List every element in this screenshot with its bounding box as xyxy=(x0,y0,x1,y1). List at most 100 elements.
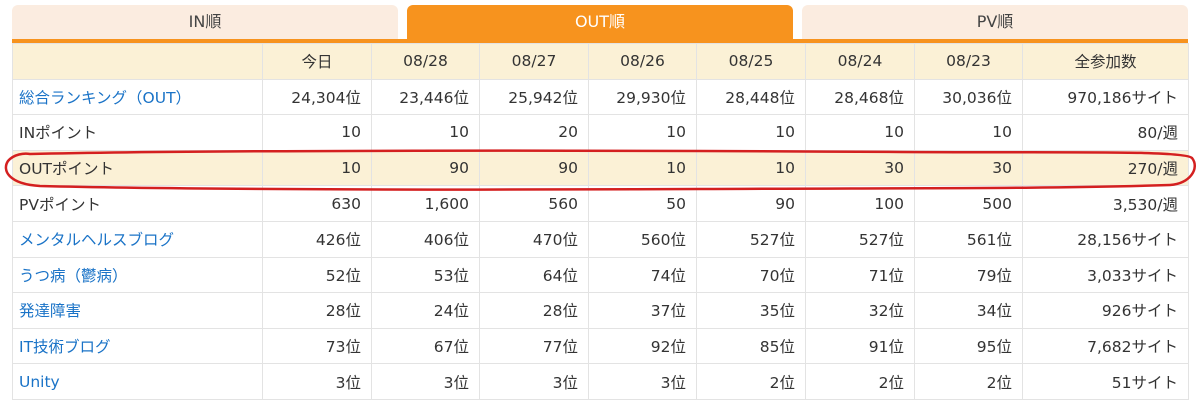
tab-in-order[interactable]: IN順 xyxy=(12,5,398,39)
table-cell: 29,930位 xyxy=(588,78,697,116)
column-header: 今日 xyxy=(262,43,372,80)
table-cell: 3,530/週 xyxy=(1022,185,1189,222)
row-label: PVポイント xyxy=(19,195,101,214)
tab-pv-order[interactable]: PV順 xyxy=(802,5,1188,39)
table-cell: 527位 xyxy=(696,220,806,258)
category-link[interactable]: うつ病（鬱病） xyxy=(19,267,128,285)
table-cell: 25,942位 xyxy=(479,78,589,116)
table-cell: 10 xyxy=(696,149,806,187)
table-cell: 64位 xyxy=(479,256,589,294)
table-cell: 28位 xyxy=(262,292,372,329)
table-cell: 10 xyxy=(696,114,806,151)
table-cell: 28,156サイト xyxy=(1022,220,1189,258)
table-header-row: 今日 08/28 08/27 08/26 08/25 08/24 08/23 全参加数 xyxy=(12,43,1189,80)
table-cell: 100 xyxy=(805,185,915,222)
table-cell: 51サイト xyxy=(1022,363,1189,400)
table-row: 発達障害 28位 24位 28位 37位 35位 32位 34位 926サイト xyxy=(12,292,1189,329)
table-cell: 90 xyxy=(371,149,480,187)
table-cell: 34位 xyxy=(914,292,1023,329)
table-cell: 30 xyxy=(914,149,1023,187)
column-header: 08/23 xyxy=(914,43,1023,80)
column-header: 08/24 xyxy=(805,43,915,80)
table-cell: 926サイト xyxy=(1022,292,1189,329)
table-cell: 85位 xyxy=(696,327,806,365)
table-cell: 77位 xyxy=(479,327,589,365)
column-header: 08/28 xyxy=(371,43,480,80)
ranking-table: 今日 08/28 08/27 08/26 08/25 08/24 08/23 全参加数 総合ラ… xyxy=(12,43,1189,400)
table-cell: 71位 xyxy=(805,256,915,294)
column-header: 08/25 xyxy=(696,43,806,80)
table-cell: 10 xyxy=(805,114,915,151)
table-cell: 270/週 xyxy=(1022,149,1189,187)
table-cell: 2位 xyxy=(805,363,915,400)
row-label-cell: OUTポイント xyxy=(12,149,263,187)
table-cell: 30,036位 xyxy=(914,78,1023,116)
table-cell: 23,446位 xyxy=(371,78,480,116)
table-row: Unity 3位 3位 3位 3位 2位 2位 2位 51サイト xyxy=(12,363,1189,400)
table-cell: 67位 xyxy=(371,327,480,365)
tab-out-order[interactable]: OUT順 xyxy=(407,5,793,39)
table-cell: 1,600 xyxy=(371,185,480,222)
column-header: 全参加数 xyxy=(1022,43,1189,80)
table-cell: 10 xyxy=(262,149,372,187)
table-cell: 32位 xyxy=(805,292,915,329)
table-cell: 20 xyxy=(479,114,589,151)
table-cell: 10 xyxy=(588,114,697,151)
table-cell: 92位 xyxy=(588,327,697,365)
table-body: 総合ランキング（OUT） 24,304位 23,446位 25,942位 29,930位… xyxy=(12,78,1189,400)
table-cell: 527位 xyxy=(805,220,915,258)
ranking-tabs: IN順 OUT順 PV順 xyxy=(12,5,1188,39)
table-cell: 80/週 xyxy=(1022,114,1189,151)
table-cell: 30 xyxy=(805,149,915,187)
table-cell: 10 xyxy=(262,114,372,151)
table-cell: 3位 xyxy=(479,363,589,400)
table-row: うつ病（鬱病） 52位 53位 64位 74位 70位 71位 79位 3,033サイト xyxy=(12,256,1189,294)
category-link[interactable]: IT技術ブログ xyxy=(19,338,111,356)
table-cell: 91位 xyxy=(805,327,915,365)
table-cell: 35位 xyxy=(696,292,806,329)
category-link[interactable]: 総合ランキング（OUT） xyxy=(19,89,191,107)
table-cell: 10 xyxy=(914,114,1023,151)
row-label-cell: メンタルヘルスブログ xyxy=(12,220,263,258)
table-cell: 426位 xyxy=(262,220,372,258)
table-cell: 3位 xyxy=(262,363,372,400)
table-cell: 24位 xyxy=(371,292,480,329)
category-link[interactable]: Unity xyxy=(19,373,60,391)
category-link[interactable]: メンタルヘルスブログ xyxy=(19,231,174,249)
table-cell: 560位 xyxy=(588,220,697,258)
table-cell: 2位 xyxy=(696,363,806,400)
header-corner xyxy=(12,43,263,80)
row-label-cell: Unity xyxy=(12,363,263,400)
table-row: INポイント 10 10 20 10 10 10 10 80/週 xyxy=(12,114,1189,151)
table-cell: 561位 xyxy=(914,220,1023,258)
table-cell: 70位 xyxy=(696,256,806,294)
table-cell: 53位 xyxy=(371,256,480,294)
table-cell: 28位 xyxy=(479,292,589,329)
table-cell: 500 xyxy=(914,185,1023,222)
table-cell: 3,033サイト xyxy=(1022,256,1189,294)
row-label-cell: IT技術ブログ xyxy=(12,327,263,365)
row-label-cell: INポイント xyxy=(12,114,263,151)
category-link[interactable]: 発達障害 xyxy=(19,302,81,320)
table-cell: 406位 xyxy=(371,220,480,258)
table-cell: 10 xyxy=(371,114,480,151)
table-cell: 95位 xyxy=(914,327,1023,365)
table-cell: 630 xyxy=(262,185,372,222)
table-cell: 52位 xyxy=(262,256,372,294)
row-label-cell: PVポイント xyxy=(12,185,263,222)
table-cell: 470位 xyxy=(479,220,589,258)
table-cell: 50 xyxy=(588,185,697,222)
row-label: OUTポイント xyxy=(19,160,115,179)
table-cell: 2位 xyxy=(914,363,1023,400)
table-row: IT技術ブログ 73位 67位 77位 92位 85位 91位 95位 7,682サイト xyxy=(12,327,1189,365)
column-header: 08/26 xyxy=(588,43,697,80)
table-cell: 28,448位 xyxy=(696,78,806,116)
table-row: PVポイント 630 1,600 560 50 90 100 500 3,530/週 xyxy=(12,185,1189,222)
table-cell: 90 xyxy=(479,149,589,187)
column-header: 08/27 xyxy=(479,43,589,80)
table-cell: 970,186サイト xyxy=(1022,78,1189,116)
table-cell: 37位 xyxy=(588,292,697,329)
table-cell: 28,468位 xyxy=(805,78,915,116)
table-cell: 90 xyxy=(696,185,806,222)
table-cell: 3位 xyxy=(371,363,480,400)
